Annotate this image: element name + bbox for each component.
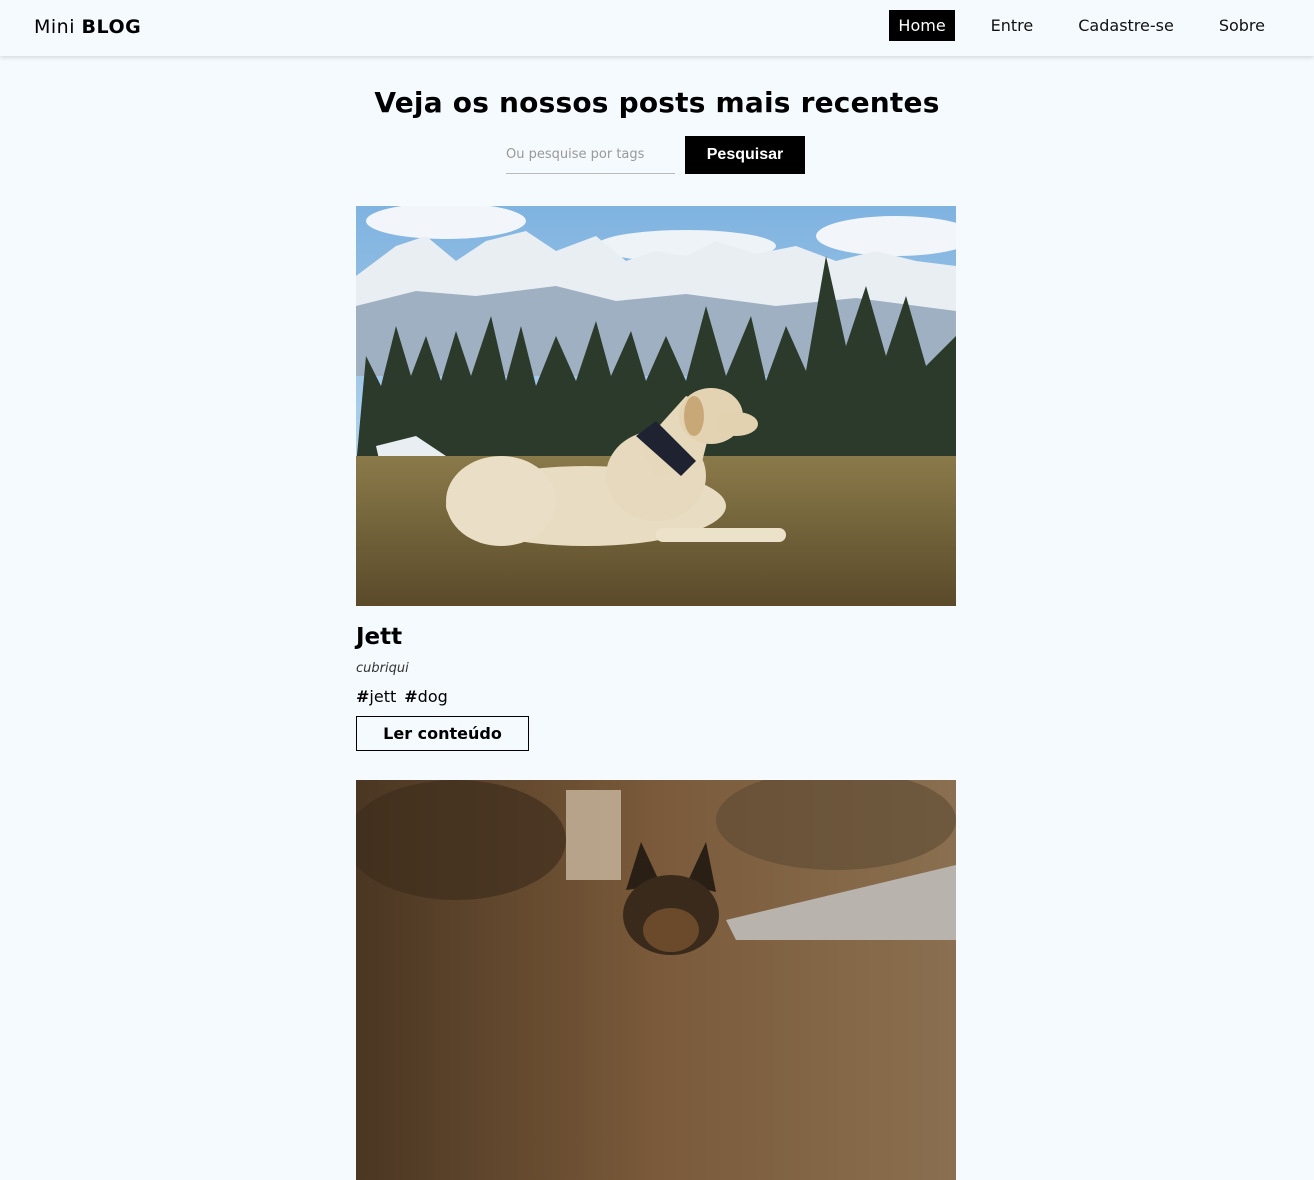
search-form: Pesquisar	[506, 136, 805, 174]
post-tags: #jett #dog	[356, 687, 956, 706]
nav-link-home[interactable]: Home	[889, 10, 955, 41]
post-image-german-shepherd	[356, 780, 956, 1180]
brand-logo[interactable]: Mini BLOG	[34, 16, 141, 38]
navbar: Mini BLOG Home Entre Cadastre-se Sobre	[0, 0, 1314, 56]
nav-link-sobre[interactable]: Sobre	[1210, 10, 1274, 41]
post-tag: #dog	[404, 687, 448, 706]
post-author: cubriqui	[356, 661, 409, 676]
page-title: Veja os nossos posts mais recentes	[374, 86, 940, 119]
search-input[interactable]	[506, 136, 675, 174]
post-tag-label: dog	[417, 687, 448, 706]
brand-bold-text: BLOG	[81, 16, 142, 38]
nav-link-cadastre-se[interactable]: Cadastre-se	[1069, 10, 1183, 41]
post-title: Jett	[356, 624, 403, 650]
post-card	[356, 780, 956, 1180]
post-tag: #jett	[356, 687, 397, 706]
post-image-labrador	[356, 206, 956, 606]
read-content-button[interactable]: Ler conteúdo	[356, 716, 529, 751]
nav-links: Home Entre Cadastre-se Sobre	[862, 10, 1274, 41]
post-tag-label: jett	[369, 687, 397, 706]
nav-link-entre[interactable]: Entre	[982, 10, 1043, 41]
search-button[interactable]: Pesquisar	[685, 136, 805, 174]
post-card: Jett cubriqui #jett #dog Ler conteúdo	[356, 206, 956, 751]
brand-light-text: Mini	[34, 16, 75, 38]
